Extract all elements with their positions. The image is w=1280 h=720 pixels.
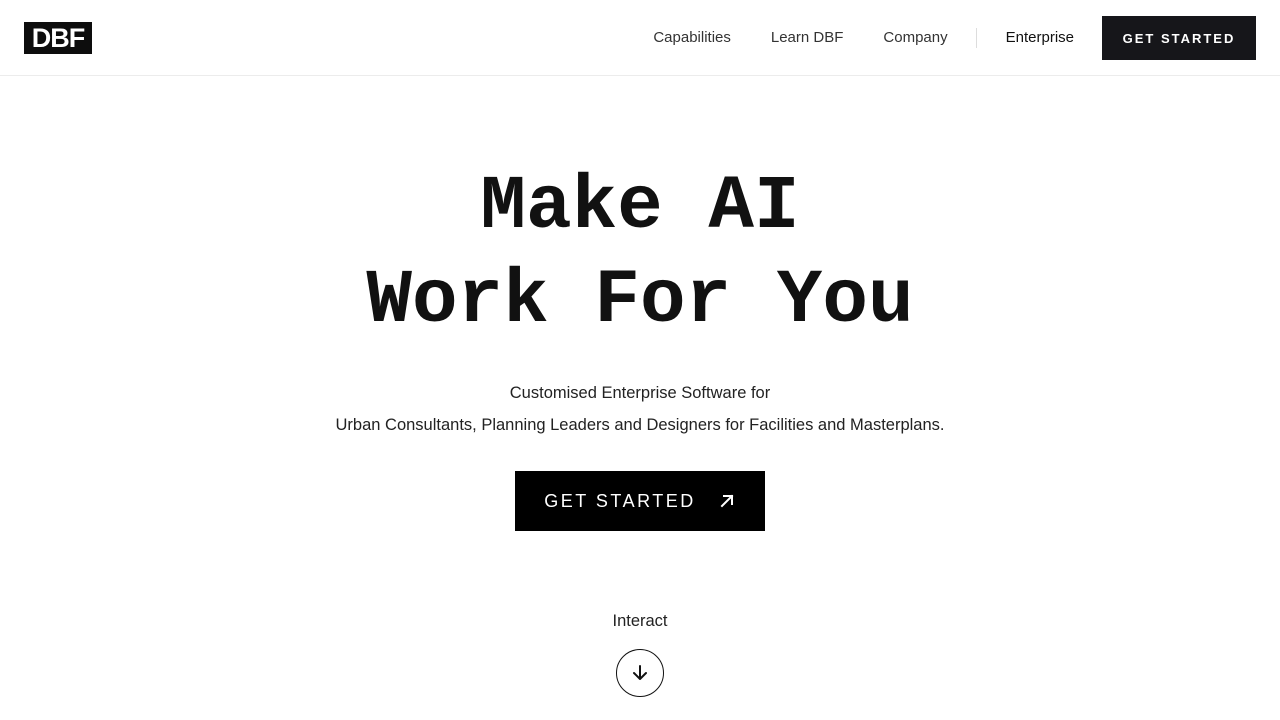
hero-subtitle-line-2: Urban Consultants, Planning Leaders and … (335, 416, 945, 434)
main-nav: Capabilities Learn DBF Company Enterpris… (633, 16, 1256, 60)
hero-get-started-button[interactable]: GET STARTED (515, 471, 765, 531)
hero-cta-label: GET STARTED (544, 490, 696, 511)
arrow-down-icon (633, 665, 647, 680)
nav-link-learn-dbf[interactable]: Learn DBF (751, 16, 864, 60)
hero-title-line-1: Make AI (480, 164, 800, 250)
nav-divider (975, 28, 977, 48)
nav-link-capabilities[interactable]: Capabilities (633, 16, 751, 60)
nav-link-company[interactable]: Company (863, 16, 967, 60)
header-get-started-button[interactable]: GET STARTED (1102, 16, 1256, 60)
dbf-logo[interactable]: DBF (24, 22, 92, 54)
nav-link-enterprise[interactable]: Enterprise (985, 16, 1102, 60)
interact-label: Interact (612, 612, 668, 630)
hero-subtitle-line-1: Customised Enterprise Software for (509, 384, 771, 402)
hero-title: Make AI Work For You (0, 160, 1280, 348)
hero-subtitle: Customised Enterprise Software for Urban… (0, 377, 1280, 441)
site-header: DBF Capabilities Learn DBF Company Enter… (0, 0, 1280, 76)
arrow-up-right-icon (720, 494, 734, 508)
scroll-down-button[interactable] (616, 649, 664, 697)
hero-title-line-2: Work For You (366, 258, 914, 344)
